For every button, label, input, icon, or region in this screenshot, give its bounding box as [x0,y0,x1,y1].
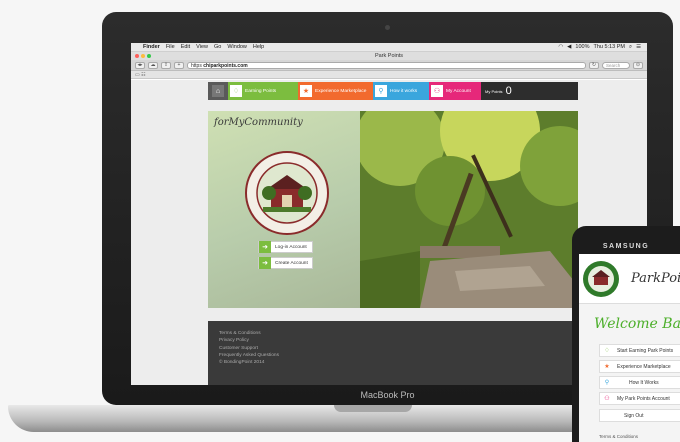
phone-footer-terms[interactable]: Terms & Conditions [599,434,638,439]
nav-how-it-works[interactable]: ⚲ How it works [373,82,429,100]
browser-toolbar: ◂▸ ☁ ⇪ + https chiparkpoints.com ↻ Searc… [131,60,647,71]
welcome-heading: Welcome Back [594,316,680,332]
app-title: ParkPoints [631,271,680,286]
parkpoints-logo [583,261,619,297]
search-field[interactable]: Search [602,61,630,69]
zoom-button[interactable] [147,54,151,58]
clock[interactable]: Thu 5:13 PM [593,44,625,51]
footer-terms-link[interactable]: Terms & Conditions [219,330,567,337]
button-label: How It Works [629,379,659,386]
home-icon: ⌂ [212,85,224,97]
tagline: forMyCommunity [214,117,303,128]
nav-experience-marketplace[interactable]: ★ Experience Marketplace [298,82,373,100]
url-scheme: https [191,62,202,69]
share-icon[interactable]: ⇪ [161,61,171,69]
points-label: My Points [485,88,503,94]
how-it-works-button[interactable]: ⚲ How It Works [599,376,680,389]
account-button[interactable]: ⚇ My Park Points Account [599,392,680,405]
address-bar[interactable]: https chiparkpoints.com [187,61,586,69]
spotlight-icon[interactable]: ⌕ [629,44,632,51]
star-icon: ★ [300,85,312,97]
points-value: 0 [505,85,512,97]
nav-label: How it works [390,88,418,94]
mac-menubar: Finder File Edit View Go Window Help ◠ ◀… [131,43,647,52]
park-scene-image [360,111,578,308]
footer-privacy-link[interactable]: Privacy Policy [219,337,567,344]
arrow-right-icon: ➜ [259,241,271,253]
window-controls [135,54,151,58]
menu-finder[interactable]: Finder [143,44,160,50]
phone-brand: SAMSUNG [602,243,650,250]
create-label: Create Account [275,260,308,266]
sign-out-button[interactable]: Sign Out [599,409,680,422]
icloud-icon[interactable]: ☁ [148,61,158,69]
downloads-icon[interactable]: ⊙ [633,61,643,69]
button-label: Experience Marketplace [617,363,671,370]
lightbulb-icon: ♢ [604,348,610,354]
menu-go[interactable]: Go [214,44,221,50]
nav-home[interactable]: ⌂ [208,82,228,100]
menu-window[interactable]: Window [227,44,247,50]
reload-icon[interactable]: ↻ [589,61,599,69]
camera [385,25,390,30]
window-title: Park Points [374,53,404,59]
marketplace-button[interactable]: ★ Experience Marketplace [599,360,680,373]
battery-percent[interactable]: 100% [575,44,589,51]
footer-faq-link[interactable]: Frequently Asked Questions [219,352,567,359]
search-icon: ⚲ [375,85,387,97]
bookmarks-icon[interactable]: ▭ ☷ [135,72,146,78]
volume-icon[interactable]: ◀ [567,44,571,51]
app-header: ParkPoints [579,254,680,304]
park-photo [360,111,578,308]
login-button[interactable]: ➜ Log-in Account [258,241,313,253]
add-icon[interactable]: + [174,61,184,69]
hero: forMyCommunity ➜ Log-in Account ➜ Create… [208,111,578,308]
nav-label: Earning Points [245,88,277,94]
phone-screen: ParkPoints Welcome Back ♢ Start Earning … [579,254,680,442]
nav-my-account[interactable]: ⚇ My Account [429,82,481,100]
button-label: My Park Points Account [617,395,670,402]
laptop-screen: Finder File Edit View Go Window Help ◠ ◀… [131,43,647,385]
menu-view[interactable]: View [196,44,208,50]
my-points: My Points 0 [481,82,512,100]
arrow-right-icon: ➜ [259,257,271,269]
footer-copyright: © BondingPoint 2014 [219,360,265,366]
button-label: Start Earning Park Points [617,347,674,354]
star-icon: ★ [604,364,610,370]
people-icon: ⚇ [431,85,443,97]
nav-label: Experience Marketplace [315,88,367,94]
nav-earning-points[interactable]: ♢ Earning Points [228,82,298,100]
url-host: chiparkpoints.com [203,62,248,69]
back-button[interactable]: ◂▸ [135,61,145,69]
nav-label: My Account [446,88,471,94]
login-label: Log-in Account [275,244,307,250]
page-viewport: ⌂ ♢ Earning Points ★ Experience Marketpl… [131,80,647,385]
wifi-icon[interactable]: ◠ [558,44,563,51]
search-icon: ⚲ [604,380,610,386]
site-footer: Terms & Conditions Privacy Policy Custom… [208,321,578,385]
bookmarks-bar: ▭ ☷ [131,71,647,79]
button-label: Sign Out [624,412,644,419]
browser-titlebar: Park Points [131,52,647,60]
lightbulb-icon: ♢ [230,85,242,97]
menu-edit[interactable]: Edit [181,44,190,50]
hero-left-panel: forMyCommunity ➜ Log-in Account ➜ Create… [208,111,360,308]
footer-support-link[interactable]: Customer Support [219,345,567,352]
menu-help[interactable]: Help [253,44,264,50]
list-icon[interactable]: ☰ [636,44,641,51]
start-earning-button[interactable]: ♢ Start Earning Park Points [599,344,680,357]
create-account-button[interactable]: ➜ Create Account [258,257,313,269]
laptop-notch [334,405,412,412]
menu-file[interactable]: File [166,44,175,50]
close-button[interactable] [135,54,139,58]
people-icon: ⚇ [604,396,610,402]
site-nav: ⌂ ♢ Earning Points ★ Experience Marketpl… [208,82,578,100]
village-seal-logo [245,151,329,235]
minimize-button[interactable] [141,54,145,58]
